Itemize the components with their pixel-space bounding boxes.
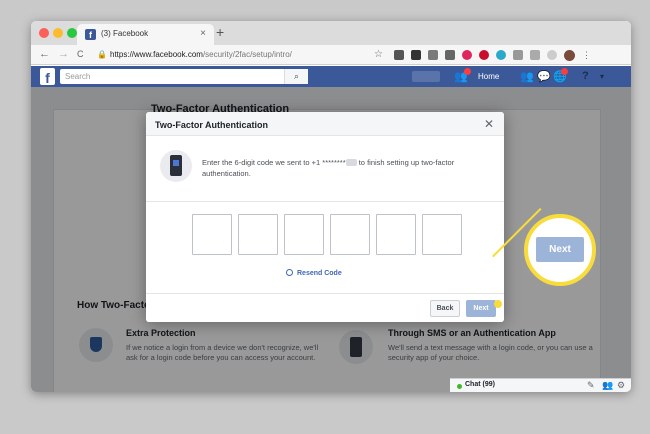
browser-menu-icon[interactable]: ⋮: [582, 50, 591, 61]
pocket-icon[interactable]: [394, 50, 404, 60]
code-digit-3-input[interactable]: [284, 214, 324, 255]
record-extension-icon[interactable]: [462, 50, 472, 60]
instruction-text: Enter the 6-digit code we sent to +1 ***…: [202, 157, 492, 179]
vpn-extension-icon[interactable]: [496, 50, 506, 60]
two-factor-dialog: Two-Factor Authentication ✕ Enter the 6-…: [146, 112, 504, 322]
instruction-text-start: Enter the 6-digit code we sent to +1 ***…: [202, 158, 346, 167]
facebook-navbar: f Search ⌕ 👥 Home 👥 💬 🌐 ? ▾: [31, 66, 631, 87]
home-link[interactable]: Home: [478, 72, 499, 81]
forward-arrow-icon[interactable]: →: [58, 48, 69, 60]
browser-window: f (3) Facebook × + ← → C 🔒 https://www.f…: [31, 21, 631, 392]
profile-name-redacted[interactable]: [412, 71, 440, 82]
lock-icon: 🔒: [97, 50, 107, 59]
add-friends-icon[interactable]: 👥: [602, 380, 613, 391]
grid-extension-icon[interactable]: [411, 50, 421, 60]
search-input[interactable]: Search ⌕: [60, 69, 308, 84]
people-icon[interactable]: 👥: [520, 70, 534, 83]
code-digit-5-input[interactable]: [376, 214, 416, 255]
cast-icon[interactable]: [445, 50, 455, 60]
close-window-button[interactable]: [39, 28, 49, 38]
code-digit-2-input[interactable]: [238, 214, 278, 255]
dialog-footer: Back Next: [146, 293, 504, 322]
code-digit-1-input[interactable]: [192, 214, 232, 255]
help-icon[interactable]: ?: [582, 70, 589, 82]
profile-avatar[interactable]: [564, 49, 575, 61]
divider: [146, 201, 504, 202]
notifications-badge: [561, 68, 568, 75]
facebook-favicon-icon: f: [85, 29, 96, 40]
search-placeholder: Search: [65, 72, 91, 81]
redacted-digits: [345, 159, 357, 166]
new-tab-icon[interactable]: +: [216, 24, 224, 40]
extension-icons: ⋮: [394, 49, 591, 61]
messenger-icon[interactable]: 💬: [537, 70, 551, 83]
browser-toolbar: ← → C 🔒 https://www.facebook.com/securit…: [31, 45, 631, 65]
pinterest-icon[interactable]: [479, 50, 489, 60]
facebook-logo-icon[interactable]: f: [40, 68, 55, 86]
search-icon[interactable]: ⌕: [284, 69, 308, 84]
browser-tab[interactable]: f (3) Facebook ×: [77, 24, 214, 45]
phone-illustration: [160, 150, 192, 182]
maximize-window-button[interactable]: [67, 28, 77, 38]
callout-anchor-dot: [494, 300, 502, 308]
tab-close-icon[interactable]: ×: [200, 28, 206, 39]
account-menu-icon[interactable]: ▾: [600, 72, 604, 81]
chat-bar[interactable]: Chat (99) ✎ 👥 ⚙: [450, 378, 631, 392]
chat-label: Chat (99): [465, 381, 495, 388]
code-digit-6-input[interactable]: [422, 214, 462, 255]
phone-icon: [170, 155, 182, 176]
evernote-icon[interactable]: [428, 50, 438, 60]
next-button[interactable]: Next: [466, 300, 496, 317]
gmail-icon[interactable]: [513, 50, 523, 60]
title-bar: f (3) Facebook × +: [31, 21, 631, 45]
dialog-header: Two-Factor Authentication ✕: [146, 112, 504, 136]
next-button-callout: Next: [524, 214, 596, 286]
close-icon[interactable]: ✕: [484, 117, 494, 131]
back-button[interactable]: Back: [430, 300, 460, 317]
code-digit-4-input[interactable]: [330, 214, 370, 255]
back-arrow-icon[interactable]: ←: [39, 48, 50, 60]
chat-settings-gear-icon[interactable]: ⚙: [617, 380, 625, 391]
resend-icon[interactable]: [286, 269, 293, 276]
bookmark-star-icon[interactable]: ☆: [374, 49, 383, 60]
url-host: https://www.facebook.com: [110, 50, 203, 59]
address-bar[interactable]: https://www.facebook.com/security/2fac/s…: [110, 50, 292, 59]
callout-next-button: Next: [536, 237, 584, 262]
friend-requests-badge: [464, 68, 471, 75]
minimize-window-button[interactable]: [53, 28, 63, 38]
download-extension-icon[interactable]: [547, 50, 557, 60]
dialog-title: Two-Factor Authentication: [155, 120, 268, 130]
url-path: /security/2fac/setup/intro/: [202, 50, 292, 59]
reload-icon[interactable]: C: [77, 49, 84, 59]
resend-code-link[interactable]: Resend Code: [297, 270, 342, 277]
tab-title: (3) Facebook: [101, 29, 149, 38]
pen-extension-icon[interactable]: [530, 50, 540, 60]
online-status-dot: [457, 384, 462, 389]
new-message-icon[interactable]: ✎: [587, 380, 595, 391]
